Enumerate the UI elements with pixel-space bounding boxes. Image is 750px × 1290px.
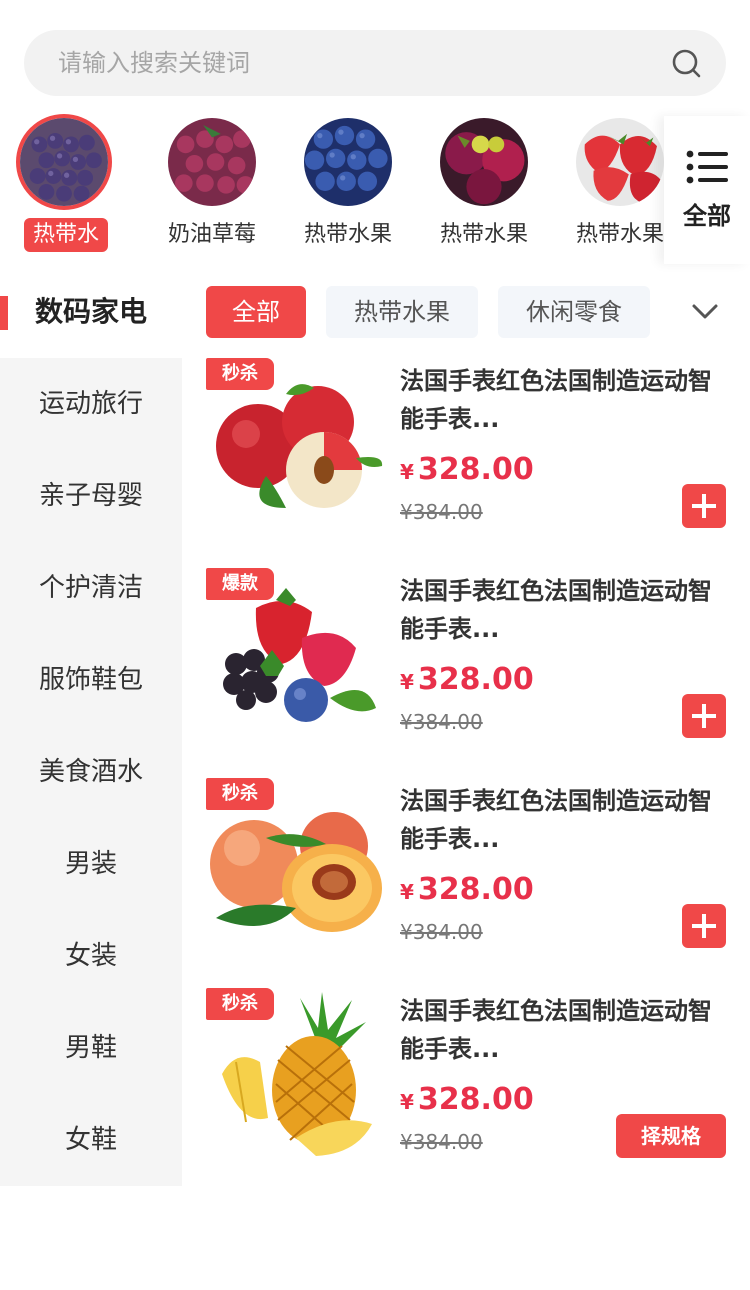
promo-badge: 秒杀 — [206, 778, 274, 810]
sidebar-item-womens-shoes[interactable]: 女鞋 — [0, 1094, 182, 1186]
tab-all[interactable]: 全部 — [206, 286, 306, 338]
select-spec-button[interactable]: 择规格 — [616, 1114, 726, 1158]
price-value: 328.00 — [417, 1082, 534, 1117]
product-title[interactable]: 法国手表红色法国制造运动智能手表... — [400, 992, 730, 1068]
product-original-price: ¥384.00 — [400, 920, 483, 944]
currency-symbol: ¥ — [400, 880, 414, 904]
currency-symbol: ¥ — [400, 1090, 414, 1114]
price-value: 328.00 — [417, 452, 534, 487]
product-card[interactable]: 秒杀 法国手表红色法国制造运动智能手表... ¥328.00 ¥384.00 — [206, 778, 736, 978]
promo-badge: 秒杀 — [206, 358, 274, 390]
sidebar-item-label: 数码家电 — [34, 295, 147, 328]
category-label: 热带水果 — [24, 218, 108, 281]
sidebar-item-sports[interactable]: 运动旅行 — [0, 358, 182, 450]
sidebar-item-label: 亲子母婴 — [38, 481, 143, 511]
category-label: 热带水果 — [303, 222, 392, 247]
sidebar-item-label: 男装 — [64, 849, 117, 879]
all-categories-button[interactable]: 全部 — [664, 116, 750, 264]
add-to-cart-button[interactable] — [682, 484, 726, 528]
sidebar-item-label: 女鞋 — [64, 1125, 117, 1155]
search-bar[interactable] — [24, 30, 726, 96]
category-item-grapes[interactable]: 热带水果 — [0, 112, 136, 281]
tab-tropical-fruit[interactable]: 热带水果 — [326, 286, 478, 338]
product-price: ¥328.00 — [400, 662, 534, 697]
chevron-down-icon[interactable] — [690, 298, 720, 326]
category-image-mangosteen — [440, 118, 528, 206]
product-original-price: ¥384.00 — [400, 1130, 483, 1154]
sidebar: 数码家电 运动旅行 亲子母婴 个护清洁 服饰鞋包 美食酒水 男装 女装 男鞋 女… — [0, 266, 182, 1186]
product-original-price: ¥384.00 — [400, 710, 483, 734]
category-label: 奶油草莓 — [167, 222, 256, 247]
sidebar-item-mens-shoes[interactable]: 男鞋 — [0, 1002, 182, 1094]
add-to-cart-button[interactable] — [682, 694, 726, 738]
category-label: 热带水果 — [439, 222, 528, 247]
sidebar-item-label: 女装 — [64, 941, 117, 971]
sidebar-active-marker — [0, 296, 8, 330]
promo-badge: 爆款 — [206, 568, 274, 600]
sidebar-item-food[interactable]: 美食酒水 — [0, 726, 182, 818]
search-icon[interactable] — [670, 47, 704, 81]
promo-badge: 秒杀 — [206, 988, 274, 1020]
tab-snacks[interactable]: 休闲零食 — [498, 286, 650, 338]
product-original-price: ¥384.00 — [400, 500, 483, 524]
sidebar-item-menswear[interactable]: 男装 — [0, 818, 182, 910]
sidebar-item-label: 服饰鞋包 — [38, 665, 143, 695]
sidebar-item-womenswear[interactable]: 女装 — [0, 910, 182, 1002]
sidebar-item-care[interactable]: 个护清洁 — [0, 542, 182, 634]
sidebar-item-label: 男鞋 — [64, 1033, 117, 1063]
category-item-mangosteen[interactable]: 热带水果 — [416, 112, 552, 262]
category-strip: 热带水果 奶油草莓 — [0, 112, 750, 281]
category-item-blueberry[interactable]: 热带水果 — [280, 112, 416, 262]
sidebar-item-digital[interactable]: 数码家电 — [0, 266, 182, 358]
product-title[interactable]: 法国手表红色法国制造运动智能手表... — [400, 362, 730, 438]
product-price: ¥328.00 — [400, 452, 534, 487]
product-title[interactable]: 法国手表红色法国制造运动智能手表... — [400, 572, 730, 648]
search-input[interactable] — [58, 30, 658, 96]
category-image-blueberry — [304, 118, 392, 206]
list-menu-icon — [686, 150, 728, 184]
product-card[interactable]: 秒杀 法国手表红色法国制造运动智能手表... ¥328.00 ¥384.00 — [206, 358, 736, 558]
sidebar-item-label: 个护清洁 — [38, 573, 143, 603]
category-image-bayberry — [168, 118, 256, 206]
price-value: 328.00 — [417, 662, 534, 697]
sidebar-item-label: 美食酒水 — [38, 757, 143, 787]
product-card[interactable]: 爆款 法国手表红色法国制造运动智能手表... ¥328.00 ¥384.00 — [206, 568, 736, 768]
filter-tabs: 全部 热带水果 休闲零食 — [206, 286, 750, 338]
currency-symbol: ¥ — [400, 670, 414, 694]
category-image-grapes — [16, 114, 112, 210]
all-categories-label: 全部 — [683, 202, 731, 230]
sidebar-item-baby[interactable]: 亲子母婴 — [0, 450, 182, 542]
add-to-cart-button[interactable] — [682, 904, 726, 948]
category-image-strawberry — [576, 118, 664, 206]
sidebar-item-label: 运动旅行 — [38, 389, 143, 419]
product-title[interactable]: 法国手表红色法国制造运动智能手表... — [400, 782, 730, 858]
product-price: ¥328.00 — [400, 1082, 534, 1117]
price-value: 328.00 — [417, 872, 534, 907]
category-item-bayberry[interactable]: 奶油草莓 — [144, 112, 280, 262]
product-price: ¥328.00 — [400, 872, 534, 907]
currency-symbol: ¥ — [400, 460, 414, 484]
product-card[interactable]: 秒杀 法国手表红色法国制造运动智能手表... ¥328.00 ¥384.00 择… — [206, 988, 736, 1188]
sidebar-item-apparel[interactable]: 服饰鞋包 — [0, 634, 182, 726]
